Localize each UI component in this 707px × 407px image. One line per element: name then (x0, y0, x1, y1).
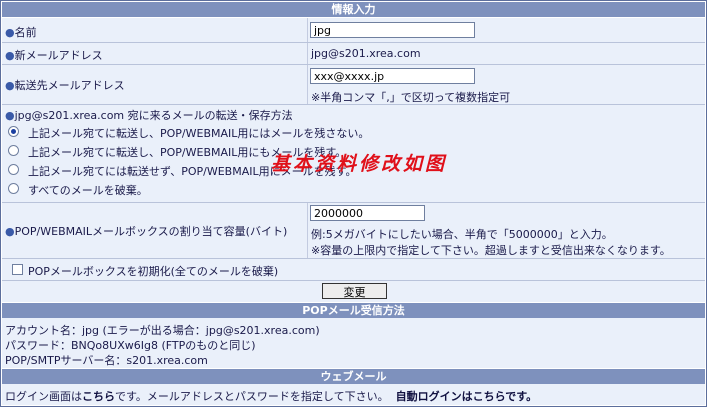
webmail-section: ログイン画面はこちらです。メールアドレスとパスワードを指定して下さい。 自動ログ… (2, 384, 705, 405)
pop-password: パスワード：BNQo8UXw6Ig8 (FTPのものと同じ) (5, 339, 256, 352)
new-mail-label: ●新メールアドレス (5, 47, 103, 63)
change-button[interactable]: 変更 (322, 283, 387, 299)
bullet-icon: ● (5, 26, 15, 39)
forward-note: ※半角コンマ「,」で区切って複数指定可 (311, 91, 511, 104)
section-header-webmail: ウェブメール (2, 369, 705, 384)
forward-address-input[interactable] (310, 68, 475, 84)
forward-row: ●転送先メールアドレス ※半角コンマ「,」で区切って複数指定可 (2, 64, 705, 104)
watermark-annotation: 基本资料修改如图 (271, 153, 448, 175)
pop-info-section: アカウント名：jpg (エラーが出る場合：jpg@s201.xrea.com) … (2, 318, 705, 368)
forward-label-text: 転送先メールアドレス (14, 79, 125, 92)
section-header-info-input: 情報入力 (2, 2, 705, 17)
method-radio-3[interactable] (8, 164, 19, 175)
method-radio-4[interactable] (8, 183, 19, 194)
new-mail-value: jpg@s201.xrea.com (311, 47, 421, 60)
bullet-icon: ● (5, 109, 15, 122)
forward-method-title-text: jpg@s201.xrea.com 宛に来るメールの転送・保存方法 (14, 109, 293, 122)
auto-login-suffix: です。 (505, 390, 538, 403)
column-divider (307, 203, 308, 258)
name-label-text: 名前 (14, 26, 37, 39)
init-mailbox-row: POPメールボックスを初期化(全てのメールを破棄) (2, 258, 705, 280)
method-radio-2[interactable] (8, 145, 19, 156)
quota-label: ●POP/WEBMAILメールボックスの割り当て容量(バイト) (5, 223, 287, 239)
section-header-pop: POPメール受信方法 (2, 303, 705, 318)
column-divider (307, 18, 308, 42)
method-radio-1[interactable] (8, 126, 19, 137)
quota-input[interactable] (310, 205, 425, 221)
name-label: ●名前 (5, 24, 37, 40)
submit-row: 変更 (2, 280, 705, 302)
quota-row: ●POP/WEBMAILメールボックスの割り当て容量(バイト) 例:5メガバイト… (2, 202, 705, 258)
quota-note-example: 例:5メガバイトにしたい場合、半角で「5000000」と入力。 (311, 228, 613, 241)
method-option-1[interactable]: 上記メール宛てに転送し、POP/WEBMAIL用にはメールを残さない。 (28, 125, 369, 141)
method-option-4[interactable]: すべてのメールを破棄。 (28, 182, 148, 198)
webmail-login-instructions: です。メールアドレスとパスワードを指定して下さい。 (115, 390, 389, 403)
webmail-login-link[interactable]: こちら (82, 390, 115, 403)
column-divider (307, 65, 308, 104)
webmail-text: ログイン画面はこちらです。メールアドレスとパスワードを指定して下さい。 自動ログ… (5, 388, 537, 404)
bullet-icon: ● (5, 79, 15, 92)
name-row: ●名前 (2, 18, 705, 42)
new-mail-label-text: 新メールアドレス (14, 49, 103, 62)
auto-login-link[interactable]: こちら (473, 390, 506, 403)
pop-account: アカウント名：jpg (エラーが出る場合：jpg@s201.xrea.com) (5, 324, 320, 337)
forward-label: ●転送先メールアドレス (5, 77, 125, 93)
name-input[interactable] (310, 22, 475, 38)
mail-settings-panel: 情報入力 ●名前 ●新メールアドレス jpg@s201.xrea.com ●転送… (0, 0, 707, 407)
bullet-icon: ● (5, 49, 15, 62)
init-mailbox-label[interactable]: POPメールボックスを初期化(全てのメールを破棄) (28, 263, 278, 279)
quota-note-limit: ※容量の上限内で指定して下さい。超過しますと受信出来なくなります。 (311, 244, 671, 257)
pop-server: POP/SMTPサーバー名：s201.xrea.com (5, 354, 208, 367)
quota-label-text: POP/WEBMAILメールボックスの割り当て容量(バイト) (14, 225, 288, 238)
new-mail-row: ●新メールアドレス jpg@s201.xrea.com (2, 42, 705, 64)
bullet-icon: ● (5, 225, 15, 238)
column-divider (307, 43, 308, 64)
auto-login-text: 自動ログインは (395, 390, 473, 403)
forward-method-title: ●jpg@s201.xrea.com 宛に来るメールの転送・保存方法 (5, 107, 293, 123)
webmail-login-text: ログイン画面は (5, 390, 82, 403)
init-mailbox-checkbox[interactable] (12, 264, 23, 275)
